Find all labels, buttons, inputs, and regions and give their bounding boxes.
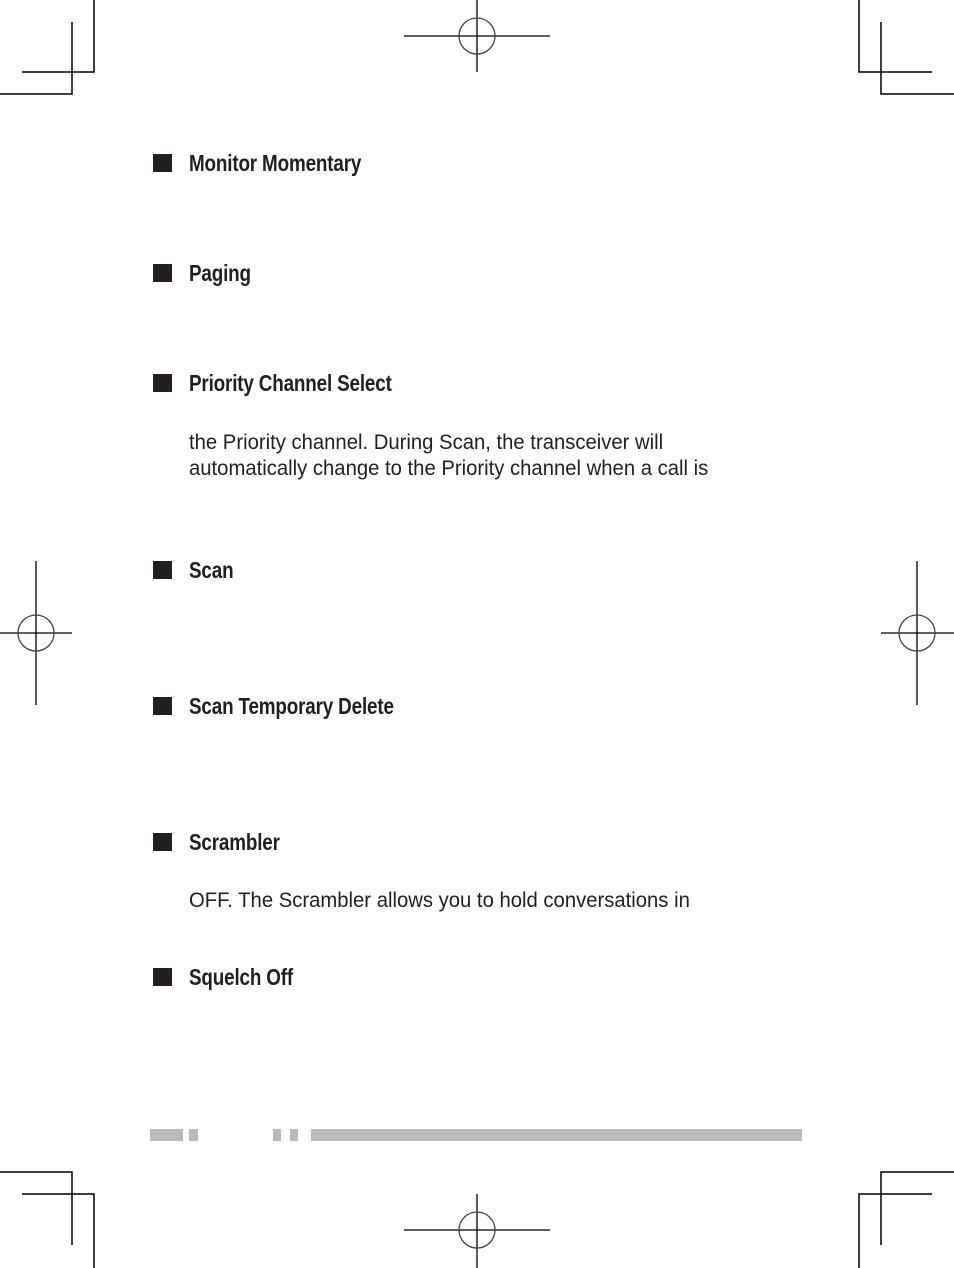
registration-mark-bottom bbox=[404, 1194, 550, 1268]
section-heading: Priority Channel Select bbox=[189, 370, 392, 396]
section-heading: Monitor Momentary bbox=[189, 150, 362, 176]
section-heading: Paging bbox=[189, 260, 251, 286]
footer-bar-segment bbox=[290, 1129, 298, 1141]
printer-marks bbox=[0, 0, 954, 1268]
section-heading: Squelch Off bbox=[189, 964, 294, 990]
crop-mark-bottom-right bbox=[858, 1171, 954, 1268]
footer-bar-segment bbox=[150, 1129, 183, 1141]
footer-bar-segment bbox=[189, 1129, 198, 1141]
square-bullet-icon bbox=[153, 833, 172, 851]
footer-bar-long bbox=[311, 1129, 802, 1141]
registration-mark-top bbox=[404, 0, 550, 72]
registration-mark-right bbox=[881, 561, 954, 705]
section-heading: Scan Temporary Delete bbox=[189, 693, 394, 719]
square-bullet-icon bbox=[153, 154, 172, 172]
crop-mark-bottom-left bbox=[0, 1171, 95, 1268]
crop-mark-top-left bbox=[0, 0, 95, 95]
square-bullet-icon bbox=[153, 968, 172, 986]
square-bullet-icon bbox=[153, 697, 172, 715]
section-heading: Scan bbox=[189, 557, 234, 583]
registration-mark-left bbox=[0, 561, 72, 705]
square-bullet-icon bbox=[153, 374, 172, 392]
section-heading: Scrambler bbox=[189, 829, 280, 855]
square-bullet-icon bbox=[153, 561, 172, 579]
crop-mark-top-right bbox=[858, 0, 954, 95]
footer-bar-segment bbox=[273, 1129, 281, 1141]
square-bullet-icon bbox=[153, 264, 172, 282]
body-text-line: the Priority channel. During Scan, the t… bbox=[189, 431, 664, 454]
body-text-line: OFF. The Scrambler allows you to hold co… bbox=[189, 889, 690, 912]
body-text-line: automatically change to the Priority cha… bbox=[189, 457, 709, 480]
